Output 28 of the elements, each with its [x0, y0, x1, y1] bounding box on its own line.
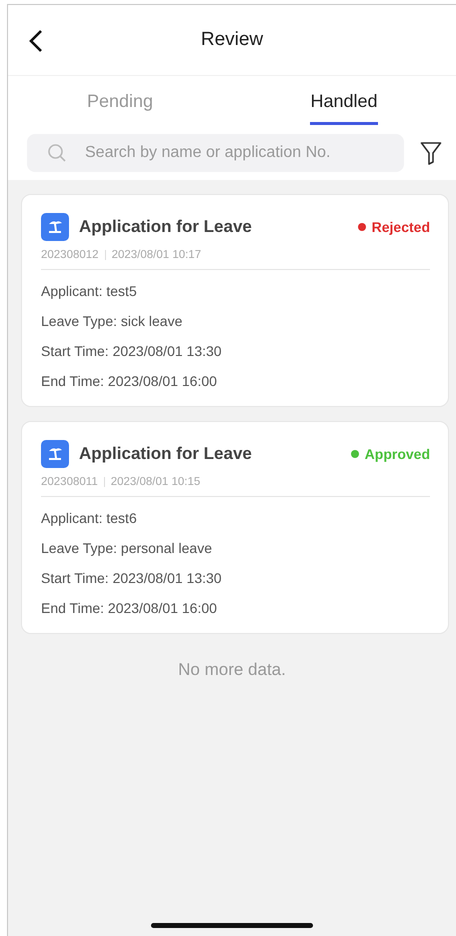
search-icon	[47, 143, 67, 163]
tab[interactable]: Handled	[232, 76, 456, 128]
detail-text: Applicant: test5	[41, 282, 138, 300]
palm-tree-icon	[41, 213, 69, 241]
submitted-time: 2023/08/01 10:15	[110, 476, 200, 488]
filter-button[interactable]	[418, 139, 444, 167]
detail-text: End Time: 2023/08/01 16:00	[41, 372, 218, 390]
submitted-time: 2023/08/01 10:17	[112, 249, 202, 261]
palm-tree-icon	[41, 440, 69, 468]
status-label: Rejected	[372, 219, 430, 235]
detail-text: Start Time: 2023/08/01 13:30	[41, 342, 223, 360]
search-field[interactable]: Search by name or application No.	[27, 134, 404, 172]
detail-text: End Time: 2023/08/01 16:00	[41, 599, 218, 617]
detail-text: Leave Type: personal leave	[41, 539, 213, 557]
application-card[interactable]: Application for Leave Rejected 202308012 2023/08/01 10:17 Applicant: test5 Leave Type: sick leave Start Time: 2023/08/01 13:30 End Time: 2023/08/01 16:00	[21, 194, 449, 407]
detail-text: Leave Type: sick leave	[41, 312, 184, 330]
application-number: 202308011	[41, 476, 98, 488]
status-label: Approved	[364, 446, 430, 462]
application-card[interactable]: Application for Leave Approved 202308011 2023/08/01 10:15 Applicant: test6 Leave Type: personal leave Start Time: 2023/08/01 13:30 End Time: 2023/08/01 16:00	[21, 421, 449, 634]
detail-text: Start Time: 2023/08/01 13:30	[41, 569, 223, 587]
card-title: Application for Leave	[79, 217, 253, 237]
card-title: Application for Leave	[79, 444, 253, 464]
filter-icon	[420, 141, 442, 165]
no-more-data-text: No more data.	[177, 660, 287, 680]
application-number: 202308012	[41, 249, 99, 261]
detail-text: Applicant: test6	[41, 509, 138, 527]
page-title: Review	[200, 29, 264, 51]
back-icon	[28, 29, 44, 53]
